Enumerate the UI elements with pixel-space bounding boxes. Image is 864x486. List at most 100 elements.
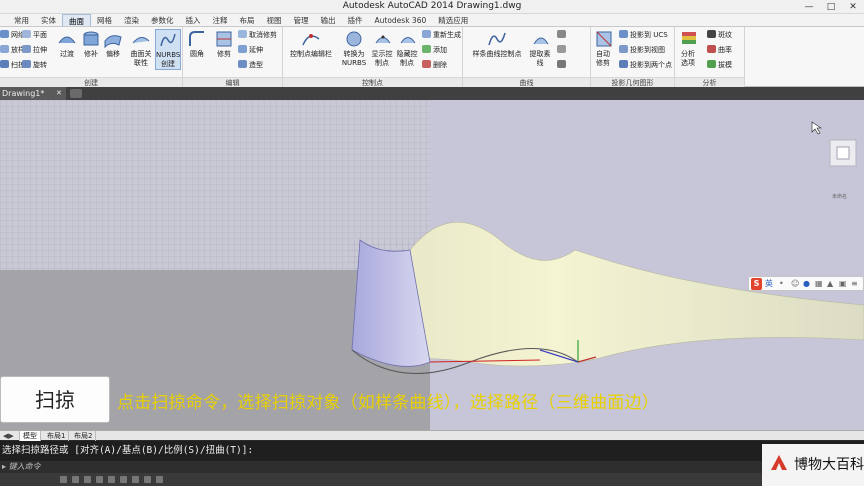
snap-icon[interactable] bbox=[60, 476, 67, 483]
ribbon-tabs: 常用 实体 曲面 网格 渲染 参数化 插入 注释 布局 视图 管理 输出 插件 … bbox=[0, 14, 864, 27]
untrim-icon bbox=[238, 30, 247, 38]
ime-logo: S bbox=[751, 278, 762, 290]
panel-label-analysis: 分析 bbox=[675, 77, 744, 87]
project-to-view-button[interactable]: 投影到视图 bbox=[619, 45, 665, 55]
tab-layout2[interactable]: 布局2 bbox=[71, 431, 97, 441]
ime-menu-icon[interactable]: ≡ bbox=[851, 278, 858, 290]
show-cv-button[interactable]: 显示控制点 bbox=[371, 29, 395, 68]
extrude-button[interactable]: 拉伸 bbox=[22, 45, 47, 55]
tab-manage[interactable]: 管理 bbox=[288, 14, 315, 26]
ime-mode[interactable]: 英 bbox=[765, 278, 773, 290]
project-to-two-points-button[interactable]: 投影到两个点 bbox=[619, 60, 672, 70]
viewcube-face[interactable] bbox=[836, 146, 850, 160]
polar-icon[interactable] bbox=[96, 476, 103, 483]
grid-icon[interactable] bbox=[72, 476, 79, 483]
tab-output[interactable]: 输出 bbox=[315, 14, 342, 26]
tab-render[interactable]: 渲染 bbox=[118, 14, 145, 26]
close-icon[interactable]: ✕ bbox=[842, 0, 864, 14]
project-two-points-icon bbox=[619, 60, 628, 68]
close-tab-icon[interactable]: ✕ bbox=[56, 87, 62, 100]
extract-isolines-button[interactable]: 提取素线 bbox=[529, 29, 553, 68]
auto-trim-button[interactable]: 自动修剪 bbox=[593, 29, 615, 68]
surface-associativity-button[interactable]: 曲面关联性 bbox=[128, 29, 154, 68]
analysis-options-button[interactable]: 分析选项 bbox=[678, 29, 700, 68]
fillet-button[interactable]: 圆角 bbox=[186, 29, 208, 59]
planar-icon bbox=[22, 30, 31, 38]
tab-model[interactable]: 模型 bbox=[20, 431, 41, 441]
tab-autodesk-360[interactable]: Autodesk 360 bbox=[369, 14, 433, 26]
panel-curves: 样条曲线控制点 提取素线 曲线 bbox=[463, 27, 591, 87]
maximize-icon[interactable]: □ bbox=[820, 0, 842, 14]
show-cv-icon bbox=[375, 35, 391, 44]
ime-toolbar[interactable]: S 英 • ☺ ● ▦ ▲ ▣ ≡ bbox=[748, 276, 864, 291]
curve-tool-1[interactable] bbox=[557, 30, 568, 40]
convert-to-nurbs-button[interactable]: 转换为NURBS bbox=[339, 29, 369, 68]
spline-cv-button[interactable]: 样条曲线控制点 bbox=[469, 29, 525, 59]
ducs-icon[interactable] bbox=[132, 476, 139, 483]
curvature-button[interactable]: 曲率 bbox=[707, 45, 732, 55]
tab-layout1[interactable]: 布局1 bbox=[44, 431, 70, 441]
ime-microphone-icon[interactable]: ● bbox=[803, 278, 810, 290]
minimize-icon[interactable]: — bbox=[798, 0, 820, 14]
drawing-viewport[interactable]: 未命名 bbox=[0, 100, 864, 430]
tab-annotate[interactable]: 注释 bbox=[207, 14, 234, 26]
planar-button[interactable]: 平面 bbox=[22, 30, 47, 40]
tab-plugins[interactable]: 插件 bbox=[342, 14, 369, 26]
zebra-icon bbox=[707, 30, 716, 38]
tab-solid[interactable]: 实体 bbox=[35, 14, 62, 26]
offset-button[interactable]: 偏移 bbox=[102, 29, 124, 59]
blend-button[interactable]: 过渡 bbox=[55, 29, 79, 59]
tab-featured-apps[interactable]: 精选应用 bbox=[432, 14, 474, 26]
tab-layout[interactable]: 布局 bbox=[234, 14, 261, 26]
viewcube-label[interactable]: 未命名 bbox=[832, 193, 847, 200]
offset-icon bbox=[104, 35, 122, 49]
sculpt-button[interactable]: 造型 bbox=[238, 60, 263, 70]
loft-icon bbox=[0, 45, 9, 53]
add-cv-button[interactable]: 添加 bbox=[422, 45, 447, 55]
curve-tool-3[interactable] bbox=[557, 60, 568, 70]
curve-tool-2[interactable] bbox=[557, 45, 568, 55]
ortho-icon[interactable] bbox=[84, 476, 91, 483]
trim-button[interactable]: 修剪 bbox=[213, 29, 235, 59]
command-name-caption: 扫掠 bbox=[0, 376, 110, 423]
revolve-button[interactable]: 旋转 bbox=[22, 60, 47, 70]
project-to-ucs-button[interactable]: 投影到 UCS bbox=[619, 30, 668, 40]
tab-parametric[interactable]: 参数化 bbox=[145, 14, 180, 26]
watermark-text: 博物大百科 bbox=[794, 457, 864, 473]
command-history: 选择扫掠路径或 [对齐(A)/基点(B)/比例(S)/扭曲(T)]: bbox=[0, 441, 864, 461]
tab-home[interactable]: 常用 bbox=[8, 14, 35, 26]
tab-surface[interactable]: 曲面 bbox=[62, 14, 91, 26]
untrim-button[interactable]: 取消修剪 bbox=[238, 30, 277, 40]
ime-tools-icon[interactable]: ▣ bbox=[839, 278, 847, 290]
draft-button[interactable]: 拔模 bbox=[707, 60, 732, 70]
panel-label-create: 创建 bbox=[0, 77, 182, 87]
patch-button[interactable]: 修补 bbox=[80, 29, 102, 59]
tab-view[interactable]: 视图 bbox=[261, 14, 288, 26]
osnap-icon[interactable] bbox=[108, 476, 115, 483]
extend-button[interactable]: 延伸 bbox=[238, 45, 263, 55]
lineweight-icon[interactable] bbox=[156, 476, 163, 483]
ime-skin-icon[interactable]: ▲ bbox=[827, 278, 833, 290]
dyn-icon[interactable] bbox=[144, 476, 151, 483]
ime-keyboard-icon[interactable]: ▦ bbox=[815, 278, 823, 290]
hide-cv-button[interactable]: 隐藏控制点 bbox=[396, 29, 420, 68]
nurbs-creation-button[interactable]: NURBS创建 bbox=[155, 29, 181, 70]
extract-isolines-icon bbox=[533, 37, 549, 45]
document-tab[interactable]: Drawing1* ✕ bbox=[0, 87, 66, 100]
autocad-window: Autodesk AutoCAD 2014 Drawing1.dwg — □ ✕… bbox=[0, 0, 864, 486]
rebuild-button[interactable]: 重新生成 bbox=[422, 30, 461, 40]
curvature-icon bbox=[707, 45, 716, 53]
zebra-button[interactable]: 斑纹 bbox=[707, 30, 732, 40]
rebuild-icon bbox=[422, 30, 431, 38]
tab-insert[interactable]: 插入 bbox=[180, 14, 207, 26]
new-tab-icon[interactable] bbox=[70, 89, 82, 98]
layout-nav-arrows-icon[interactable]: ◀▶ bbox=[0, 431, 20, 441]
tab-mesh[interactable]: 网格 bbox=[91, 14, 118, 26]
panel-analysis: 分析选项 斑纹 曲率 拔模 分析 bbox=[675, 27, 745, 87]
ime-emoji-icon[interactable]: ☺ bbox=[791, 278, 799, 290]
cv-edit-bar-button[interactable]: 控制点编辑栏 bbox=[286, 29, 336, 59]
otrack-icon[interactable] bbox=[120, 476, 127, 483]
remove-cv-button[interactable]: 删除 bbox=[422, 60, 447, 70]
ime-punctuation-icon[interactable]: • bbox=[779, 278, 784, 290]
command-input[interactable]: ▸ 键入命令 bbox=[0, 461, 864, 473]
